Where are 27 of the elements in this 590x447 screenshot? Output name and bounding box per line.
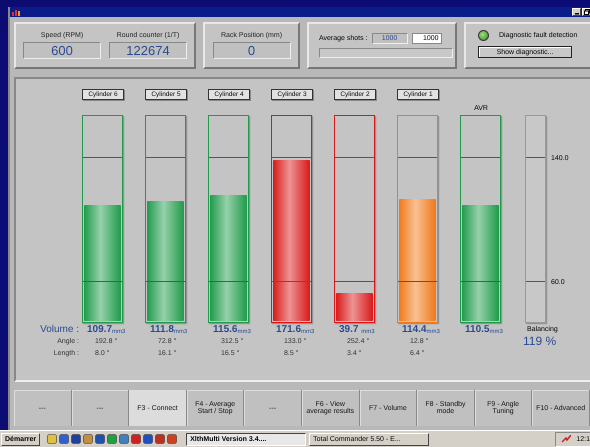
app-icon[interactable]: [47, 434, 58, 444]
app-icon[interactable]: [107, 434, 118, 444]
app-icon[interactable]: [83, 434, 94, 444]
value-display: 600: [23, 42, 101, 59]
volume-value: 39.7 $_{mm3}$: [339, 324, 375, 334]
app-icon[interactable]: [59, 434, 70, 444]
minimize-button[interactable]: [572, 8, 581, 16]
app-icon[interactable]: [71, 434, 82, 444]
restore-button[interactable]: [582, 8, 590, 16]
app-icon[interactable]: [143, 434, 154, 444]
volume-value: 115.6$_{mm3}$: [213, 324, 251, 334]
app-icon[interactable]: [95, 434, 106, 444]
volume-label: Volume :: [40, 324, 80, 334]
chart-icon: [12, 8, 20, 16]
balancing-value: 119 %: [523, 334, 556, 348]
volume-value: 110.5$_{mm3}$: [465, 324, 503, 334]
volume-value: 111.8$_{mm3}$: [150, 324, 188, 334]
app-icon[interactable]: [155, 434, 166, 444]
value-display: 122674: [109, 42, 187, 59]
restore-icon: [584, 9, 590, 15]
app-icon[interactable]: [167, 434, 178, 444]
volume-value: 114.4$_{mm3}$: [402, 324, 440, 334]
app-icon[interactable]: [131, 434, 142, 444]
volume-value: 109.7$_{mm3}$: [87, 324, 126, 334]
volume-value: 171.6$_{mm3}$: [276, 324, 314, 334]
app-icon[interactable]: [119, 434, 130, 444]
value-display: 0: [212, 42, 290, 59]
